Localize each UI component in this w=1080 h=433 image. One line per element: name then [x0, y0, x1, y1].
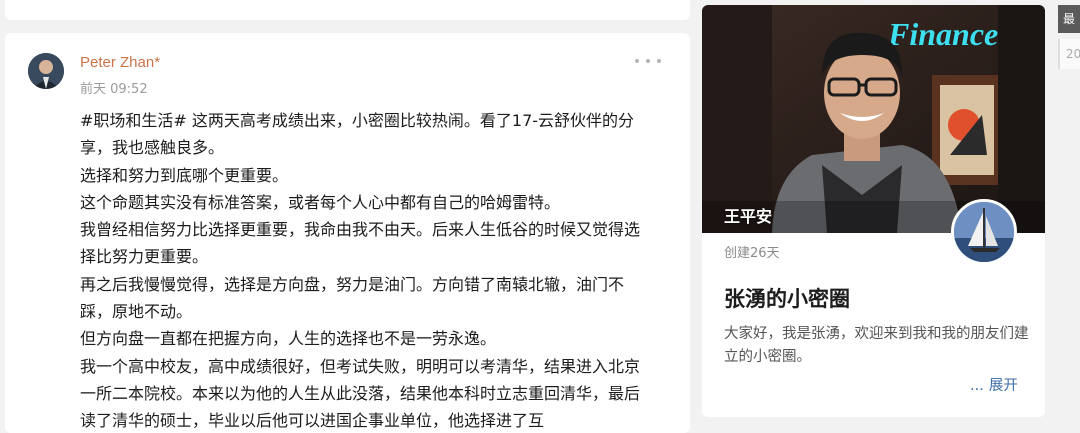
post-timestamp: 前天 09:52 — [80, 82, 148, 97]
post-paragraph: 但方向盘一直都在把握方向，人生的选择也不是一劳永逸。 — [80, 329, 497, 349]
side-tab-year[interactable]: 20 — [1058, 39, 1080, 69]
post-paragraph: 这个命题其实没有标准答案，或者每个人心中都有自己的哈姆雷特。 — [80, 192, 561, 212]
right-side-strip: 最 20 — [1058, 5, 1080, 70]
more-dot — [646, 59, 650, 63]
group-description: 大家好，我是张湧，欢迎来到我和我的朋友们建立的小密圈。 — [724, 326, 1029, 365]
post-card: Peter Zhan* 前天 09:52 #职场和生活# 这两天高考成绩出来，小… — [5, 33, 690, 433]
post-paragraph: 选择和努力到底哪个更重要。 — [80, 165, 289, 185]
cover-caption: 王平安 — [724, 207, 773, 226]
post-paragraph: 再之后我慢慢觉得，选择是方向盘，努力是油门。方向错了南辕北辙，油门不踩，原地不动… — [80, 274, 625, 322]
expand-button[interactable]: ... 展开 — [970, 374, 1018, 395]
expand-label: 展开 — [988, 378, 1018, 394]
post-paragraph: 我一个高中校友，高中成绩很好，但考试失败，明明可以考清华，结果进入北京一所二本院… — [80, 356, 641, 431]
cover-neon-sign: Finance — [887, 16, 998, 52]
post-paragraph: 我曾经相信努力比选择更重要，我命由我不由天。后来人生低谷的时候又觉得选择比努力更… — [80, 220, 641, 267]
group-title: 张湧的小密圈 — [724, 287, 850, 311]
group-avatar[interactable] — [951, 199, 1017, 265]
previous-post-card — [5, 0, 690, 20]
group-info-card: Finance 王平安 创建26天 张湧的小密圈 大家好，我是张湧，欢迎来到我和… — [702, 5, 1045, 417]
author-avatar[interactable] — [28, 53, 64, 89]
more-dot — [657, 59, 661, 63]
more-dot — [635, 59, 639, 63]
group-created-age: 创建26天 — [724, 246, 780, 261]
side-tab-latest[interactable]: 最 — [1058, 5, 1080, 33]
more-options-icon[interactable] — [635, 53, 661, 69]
post-content: #职场和生活# 这两天高考成绩出来，小密圈比较热闹。看了17-云舒伙伴的分享，我… — [80, 107, 650, 433]
post-paragraph: #职场和生活# 这两天高考成绩出来，小密圈比较热闹。看了17-云舒伙伴的分享，我… — [80, 111, 635, 158]
group-cover-image: Finance — [702, 5, 1045, 233]
author-name[interactable]: Peter Zhan* — [80, 54, 160, 71]
expand-ellipsis: ... — [970, 378, 984, 394]
